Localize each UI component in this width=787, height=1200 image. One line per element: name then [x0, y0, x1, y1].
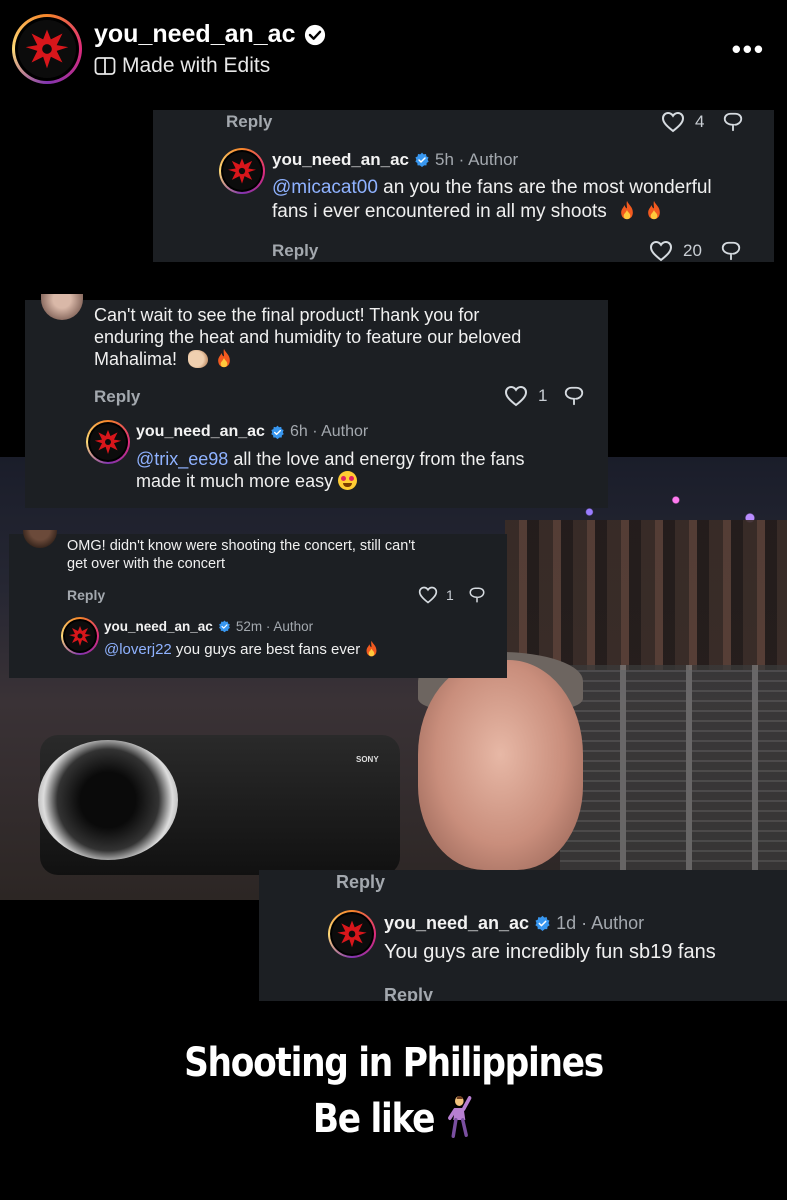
author-username[interactable]: you_need_an_ac	[272, 150, 409, 170]
comment-text: You guys are incredibly fun sb19 fans	[384, 941, 716, 963]
phoenix-logo-icon	[65, 621, 95, 651]
author-line: you_need_an_ac 6h · Author	[136, 423, 368, 441]
more-options-icon[interactable]: •••	[732, 34, 765, 65]
fire-emoji	[645, 200, 663, 220]
header-username[interactable]: you_need_an_ac	[94, 20, 296, 49]
author-line: you_need_an_ac 52m · Author	[104, 619, 313, 634]
verified-icon	[534, 915, 551, 932]
reply-button[interactable]: Reply	[226, 112, 272, 132]
caption-line-2: Be like	[55, 1094, 732, 1142]
dancing-person-emoji	[448, 1096, 472, 1138]
fire-emoji	[215, 348, 233, 368]
comment-meta: 6h · Author	[289, 423, 369, 440]
comment-panel-1: Reply 4 you_need_an_ac 5h · Author @mica…	[153, 110, 774, 262]
camera-lens	[38, 740, 178, 860]
phoenix-logo-icon	[332, 914, 372, 954]
fire-emoji	[364, 640, 379, 657]
author-avatar[interactable]	[61, 617, 99, 655]
like-count: 4	[695, 112, 705, 131]
clap-emoji	[188, 350, 209, 368]
author-username[interactable]: you_need_an_ac	[136, 423, 265, 441]
like-group: 4	[661, 110, 744, 134]
reply-button[interactable]: Reply	[272, 241, 318, 261]
barricade-fence	[560, 665, 787, 870]
verified-icon	[304, 24, 325, 45]
verified-icon	[218, 620, 231, 633]
comment-text: Can't wait to see the final product! Tha…	[94, 305, 522, 369]
author-line: you_need_an_ac 5h · Author	[272, 150, 518, 170]
author-username[interactable]: you_need_an_ac	[104, 619, 213, 634]
dislike-icon[interactable]	[720, 240, 742, 262]
author-avatar[interactable]	[86, 420, 130, 464]
heart-eyes-emoji	[338, 471, 358, 490]
reply-button[interactable]: Reply	[94, 387, 140, 407]
fire-emoji	[618, 200, 636, 220]
mention-link[interactable]: @loverj22	[104, 641, 172, 658]
reply-button[interactable]: Reply	[336, 872, 385, 893]
heart-icon[interactable]	[418, 585, 438, 605]
made-with-edits-label[interactable]: Made with Edits	[94, 54, 270, 78]
commenter-avatar[interactable]	[41, 294, 83, 320]
like-count: 1	[538, 386, 548, 405]
like-group: 20	[649, 239, 742, 263]
comment-meta: 1d · Author	[556, 913, 645, 933]
comment-panel-4: Reply you_need_an_ac 1d · Author You guy…	[259, 870, 787, 1001]
phoenix-logo-icon	[223, 152, 261, 190]
header-username-row[interactable]: you_need_an_ac	[94, 20, 326, 49]
person-face	[418, 660, 583, 870]
like-count: 20	[683, 241, 702, 260]
comment-meta: 5h · Author	[435, 150, 519, 169]
phoenix-logo-icon	[18, 20, 76, 78]
dislike-icon[interactable]	[563, 385, 585, 407]
edits-icon	[94, 57, 116, 75]
like-count: 1	[446, 587, 454, 603]
like-group: 1	[418, 585, 486, 605]
caption-line-1: Shooting in Philippines	[184, 1040, 604, 1086]
heart-icon[interactable]	[661, 110, 685, 134]
like-group: 1	[504, 384, 585, 408]
reply-button[interactable]: Reply	[384, 985, 433, 1001]
heart-icon[interactable]	[504, 384, 528, 408]
camera-brand-label: SONY	[356, 755, 379, 764]
comment-text: @micacat00 an you the fans are the most …	[272, 177, 712, 222]
concert-crowd	[505, 520, 787, 670]
profile-avatar[interactable]	[12, 14, 82, 84]
mention-link[interactable]: @micacat00	[272, 177, 378, 198]
comment-panel-2: Can't wait to see the final product! Tha…	[25, 294, 608, 508]
author-avatar[interactable]	[219, 148, 265, 194]
author-avatar[interactable]	[328, 910, 376, 958]
heart-icon[interactable]	[649, 239, 673, 263]
reply-button[interactable]: Reply	[67, 587, 105, 603]
comment-panel-3: OMG! didn't know were shooting the conce…	[9, 530, 507, 678]
verified-icon	[414, 152, 430, 168]
phoenix-logo-icon	[90, 424, 126, 460]
author-line: you_need_an_ac 1d · Author	[384, 913, 644, 934]
comment-text: @trix_ee98 all the love and energy from …	[136, 449, 525, 491]
comment-text: OMG! didn't know were shooting the conce…	[67, 538, 416, 572]
dislike-icon[interactable]	[468, 586, 486, 604]
commenter-avatar[interactable]	[23, 530, 57, 548]
verified-icon	[270, 425, 285, 440]
comment-text: @loverj22 you guys are best fans ever	[104, 640, 379, 660]
dislike-icon[interactable]	[722, 111, 744, 133]
author-username[interactable]: you_need_an_ac	[384, 913, 529, 934]
mention-link[interactable]: @trix_ee98	[136, 449, 228, 469]
comment-meta: 52m · Author	[235, 619, 314, 634]
